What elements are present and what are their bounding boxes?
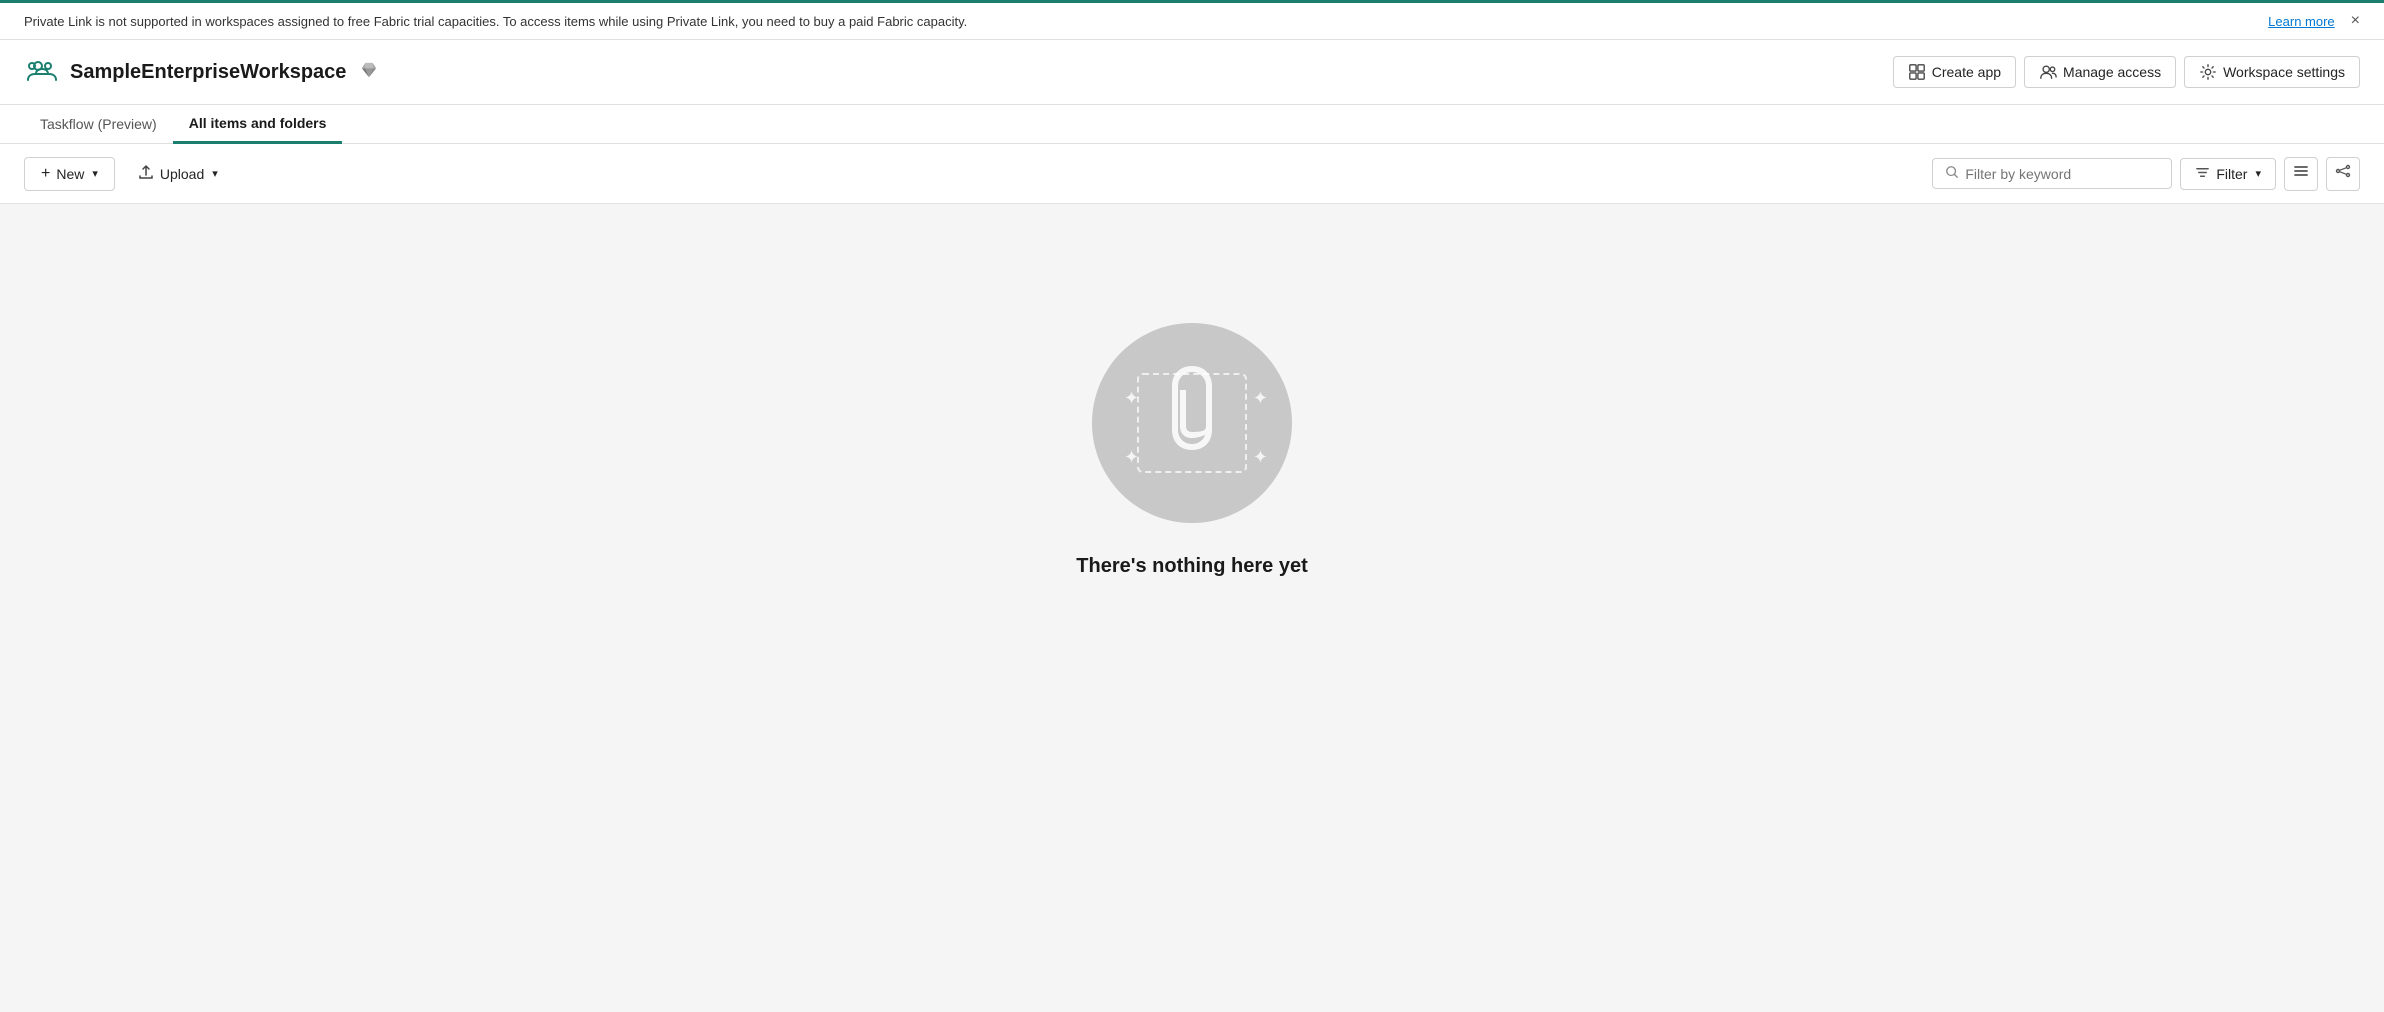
banner-close-button[interactable]: × [2351, 13, 2360, 29]
workspace-settings-label: Workspace settings [2223, 64, 2345, 80]
tab-all-items[interactable]: All items and folders [173, 105, 343, 144]
filter-label: Filter [2216, 166, 2247, 182]
private-link-banner: Private Link is not supported in workspa… [0, 0, 2384, 40]
upload-chevron-icon: ▾ [212, 167, 218, 180]
workspace-header: SampleEnterpriseWorkspace [0, 40, 2384, 105]
filter-lines-icon [2195, 165, 2210, 183]
sparkle-bottom-left-icon: ✦ [1124, 447, 1139, 468]
learn-more-link[interactable]: Learn more [2268, 14, 2334, 29]
search-box[interactable] [1932, 158, 2172, 189]
tab-taskflow[interactable]: Taskflow (Preview) [24, 106, 173, 144]
share-view-button[interactable] [2326, 157, 2360, 191]
main-content: ✦ ✦ ✦ ✦ There's nothing here yet [0, 204, 2384, 704]
create-app-icon [1908, 63, 1926, 81]
workspace-settings-button[interactable]: Workspace settings [2184, 56, 2360, 88]
sparkle-top-left-icon: ✦ [1124, 388, 1139, 409]
sparkle-bottom-right-icon: ✦ [1253, 447, 1268, 468]
create-app-label: Create app [1932, 64, 2001, 80]
workspace-icon [24, 54, 60, 90]
premium-diamond-icon [360, 61, 378, 84]
manage-access-icon [2039, 63, 2057, 81]
tab-all-items-label: All items and folders [189, 115, 327, 131]
manage-access-button[interactable]: Manage access [2024, 56, 2176, 88]
list-view-button[interactable] [2284, 157, 2318, 191]
search-icon [1945, 165, 1959, 182]
empty-state-illustration: ✦ ✦ ✦ ✦ [1092, 323, 1292, 523]
toolbar-right: Filter ▾ [1932, 157, 2360, 191]
banner-text: Private Link is not supported in workspa… [24, 14, 2260, 29]
sparkle-top-right-icon: ✦ [1253, 388, 1268, 409]
empty-state-title: There's nothing here yet [1076, 555, 1307, 578]
paperclip-icon [1162, 358, 1222, 458]
toolbar: + New ▾ Upload ▾ [0, 144, 2384, 204]
filter-keyword-input[interactable] [1965, 166, 2159, 182]
tab-bar: Taskflow (Preview) All items and folders [0, 105, 2384, 144]
filter-chevron-icon: ▾ [2255, 167, 2261, 180]
filter-button[interactable]: Filter ▾ [2180, 158, 2276, 190]
tab-taskflow-label: Taskflow (Preview) [40, 116, 157, 132]
share-icon [2335, 163, 2351, 184]
upload-button[interactable]: Upload ▾ [123, 156, 233, 191]
workspace-name: SampleEnterpriseWorkspace [70, 61, 346, 84]
upload-label: Upload [160, 166, 204, 182]
workspace-settings-icon [2199, 63, 2217, 81]
new-chevron-icon: ▾ [92, 167, 98, 180]
upload-icon [138, 164, 154, 183]
workspace-info: SampleEnterpriseWorkspace [24, 54, 378, 90]
new-label: New [56, 166, 84, 182]
create-app-button[interactable]: Create app [1893, 56, 2016, 88]
header-actions: Create app Manage access Workspace s [1893, 56, 2360, 88]
manage-access-label: Manage access [2063, 64, 2161, 80]
toolbar-left: + New ▾ Upload ▾ [24, 156, 233, 191]
new-button[interactable]: + New ▾ [24, 157, 115, 191]
list-view-icon [2293, 163, 2309, 184]
new-plus-icon: + [41, 165, 50, 183]
